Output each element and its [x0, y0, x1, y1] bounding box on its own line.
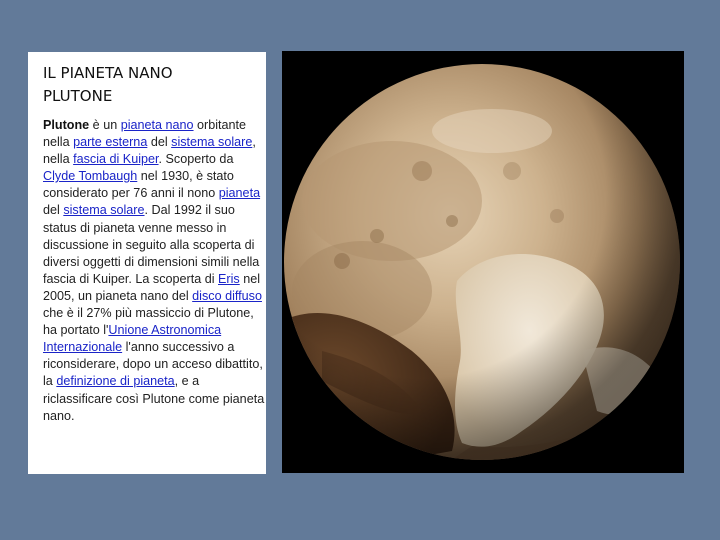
wiki-link[interactable]: fascia di Kuiper	[73, 152, 158, 166]
pluto-photo	[282, 51, 684, 473]
wiki-link[interactable]: sistema solare	[171, 135, 252, 149]
wiki-link[interactable]: disco diffuso	[192, 289, 262, 303]
wiki-link[interactable]: parte esterna	[73, 135, 147, 149]
pluto-image	[284, 64, 680, 460]
slide-title: IL PIANETA NANO PLUTONE	[43, 62, 243, 108]
wiki-link[interactable]: Clyde Tombaugh	[43, 169, 137, 183]
description-paragraph: Plutone è un pianeta nano orbitante nell…	[43, 117, 265, 425]
slide-title-line1: IL PIANETA NANO	[43, 64, 173, 82]
wiki-link[interactable]: sistema solare	[63, 203, 144, 217]
wiki-link[interactable]: definizione di pianeta	[56, 374, 174, 388]
wiki-link[interactable]: pianeta nano	[121, 118, 194, 132]
bold-term: Plutone	[43, 118, 90, 132]
wiki-link[interactable]: Eris	[218, 272, 240, 286]
slide-title-line2: PLUTONE	[43, 87, 113, 105]
paragraph-text: è un	[89, 118, 121, 132]
paragraph-text: . Scoperto da	[158, 152, 234, 167]
wiki-link[interactable]: pianeta	[219, 186, 260, 200]
paragraph-text: del	[43, 203, 64, 218]
paragraph-text: del	[147, 135, 172, 150]
